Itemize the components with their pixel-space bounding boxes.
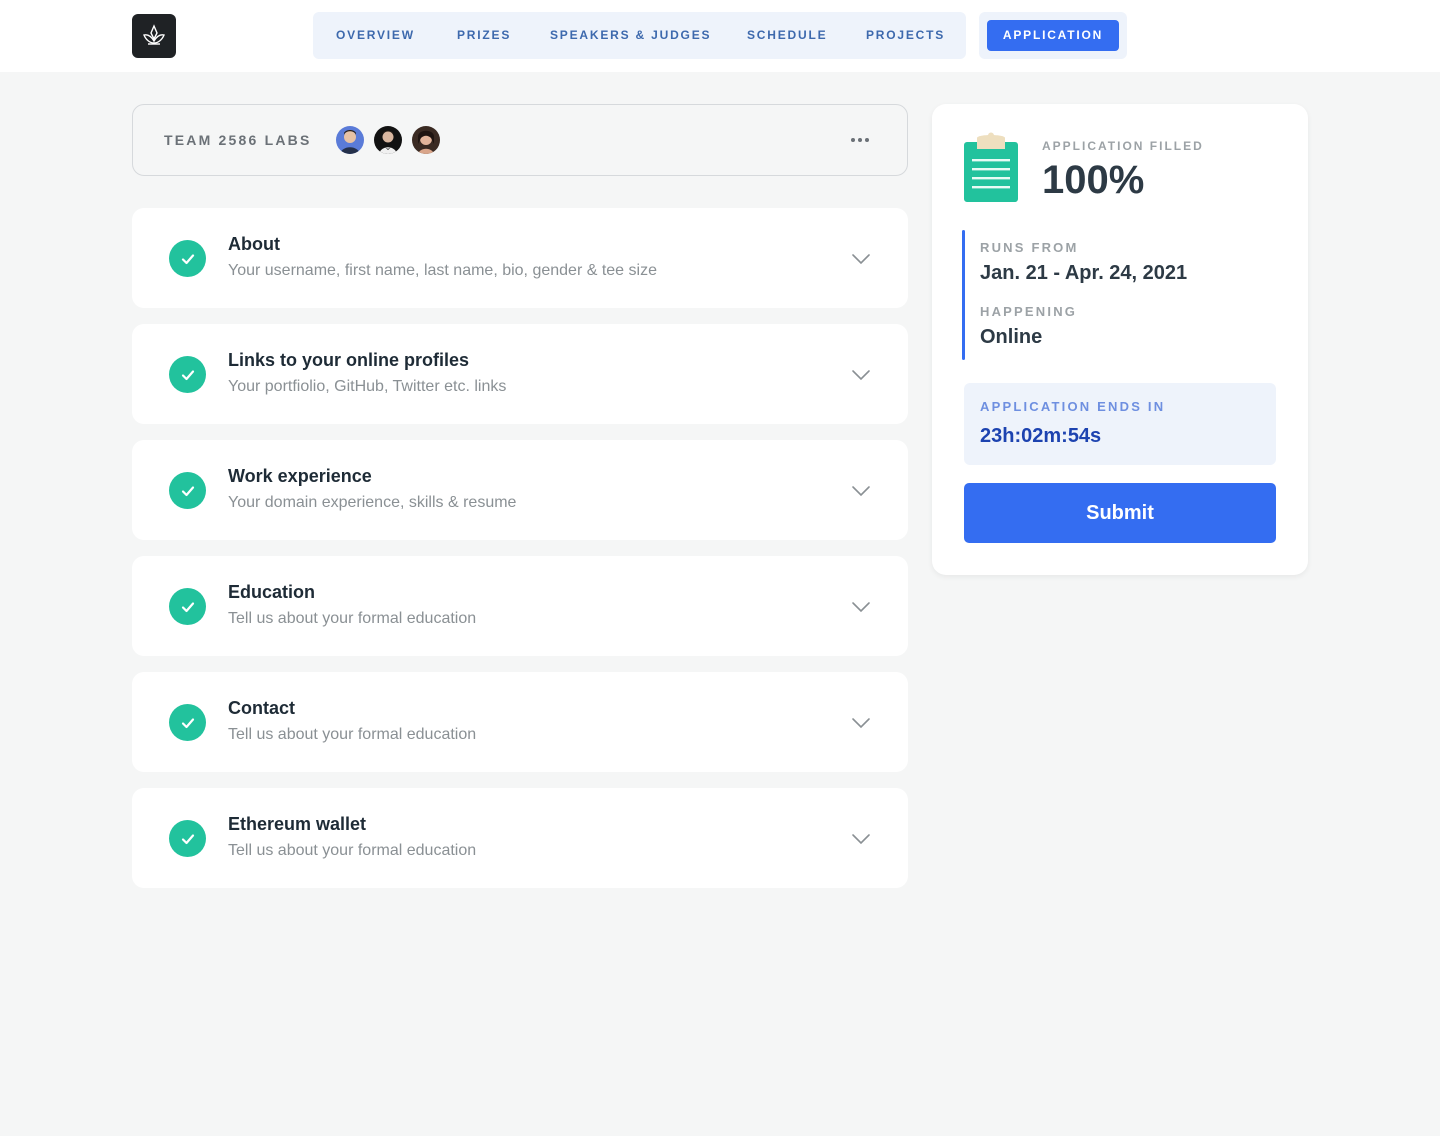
section-title: Ethereum wallet [228, 814, 367, 834]
happening-label: HAPPENING [980, 304, 1078, 319]
chevron-down-icon[interactable] [850, 364, 872, 386]
nav-projects[interactable]: PROJECTS [866, 12, 945, 59]
section-subtitle: Tell us about your formal education [228, 726, 477, 743]
countdown-label: APPLICATION ENDS IN [980, 399, 1166, 414]
chevron-down-icon[interactable] [850, 712, 872, 734]
main-nav: OVERVIEW PRIZES SPEAKERS & JUDGES SCHEDU… [313, 12, 966, 59]
team-name: TEAM 2586 LABS [164, 132, 312, 148]
nav-speakers-judges[interactable]: SPEAKERS & JUDGES [550, 12, 711, 59]
section-work-experience[interactable]: Work experience Your domain experience, … [132, 440, 908, 540]
runs-from-value: Jan. 21 - Apr. 24, 2021 [980, 262, 1188, 284]
section-title: Work experience [228, 466, 372, 486]
nav-application-wrap: APPLICATION [979, 12, 1127, 59]
section-about[interactable]: About Your username, first name, last na… [132, 208, 908, 308]
section-contact[interactable]: Contact Tell us about your formal educat… [132, 672, 908, 772]
section-title: Links to your online profiles [228, 350, 470, 370]
more-options-button[interactable] [849, 129, 871, 151]
check-icon [169, 356, 206, 393]
lotus-logo-icon [143, 24, 165, 45]
section-subtitle: Tell us about your formal education [228, 842, 477, 859]
section-subtitle: Your username, first name, last name, bi… [228, 262, 657, 279]
section-subtitle: Tell us about your formal education [228, 610, 477, 627]
timeline-bar [962, 230, 965, 360]
clipboard-icon [964, 132, 1018, 202]
application-countdown: APPLICATION ENDS IN 23h:02m:54s [964, 383, 1276, 465]
nav-prizes[interactable]: PRIZES [457, 12, 511, 59]
nav-overview[interactable]: OVERVIEW [336, 12, 415, 59]
section-ethereum-wallet[interactable]: Ethereum wallet Tell us about your forma… [132, 788, 908, 888]
chevron-down-icon[interactable] [850, 248, 872, 270]
section-subtitle: Your domain experience, skills & resume [228, 494, 517, 511]
avatar[interactable] [336, 126, 364, 154]
application-summary-card: APPLICATION FILLED 100% RUNS FROM Jan. 2… [932, 104, 1308, 575]
nav-application[interactable]: APPLICATION [987, 20, 1119, 51]
section-education[interactable]: Education Tell us about your formal educ… [132, 556, 908, 656]
check-icon [169, 704, 206, 741]
section-title: Contact [228, 698, 295, 718]
nav-schedule[interactable]: SCHEDULE [747, 12, 827, 59]
check-icon [169, 588, 206, 625]
section-title: Education [228, 582, 316, 602]
check-icon [169, 472, 206, 509]
section-subtitle: Your portfiolio, GitHub, Twitter etc. li… [228, 378, 507, 395]
happening-value: Online [980, 326, 1043, 348]
check-icon [169, 820, 206, 857]
runs-from-label: RUNS FROM [980, 240, 1079, 255]
countdown-value: 23h:02m:54s [980, 425, 1102, 447]
chevron-down-icon[interactable] [850, 480, 872, 502]
application-filled-value: 100% [1042, 158, 1145, 202]
avatar[interactable] [374, 126, 402, 154]
check-icon [169, 240, 206, 277]
ellipsis-icon [851, 138, 855, 142]
application-filled-label: APPLICATION FILLED [1042, 139, 1204, 153]
section-title: About [228, 234, 280, 254]
team-header: TEAM 2586 LABS [132, 104, 908, 176]
section-links[interactable]: Links to your online profiles Your portf… [132, 324, 908, 424]
chevron-down-icon[interactable] [850, 828, 872, 850]
logo[interactable] [132, 14, 176, 58]
chevron-down-icon[interactable] [850, 596, 872, 618]
submit-button[interactable]: Submit [964, 483, 1276, 543]
top-bar: OVERVIEW PRIZES SPEAKERS & JUDGES SCHEDU… [0, 0, 1440, 72]
avatar[interactable] [412, 126, 440, 154]
